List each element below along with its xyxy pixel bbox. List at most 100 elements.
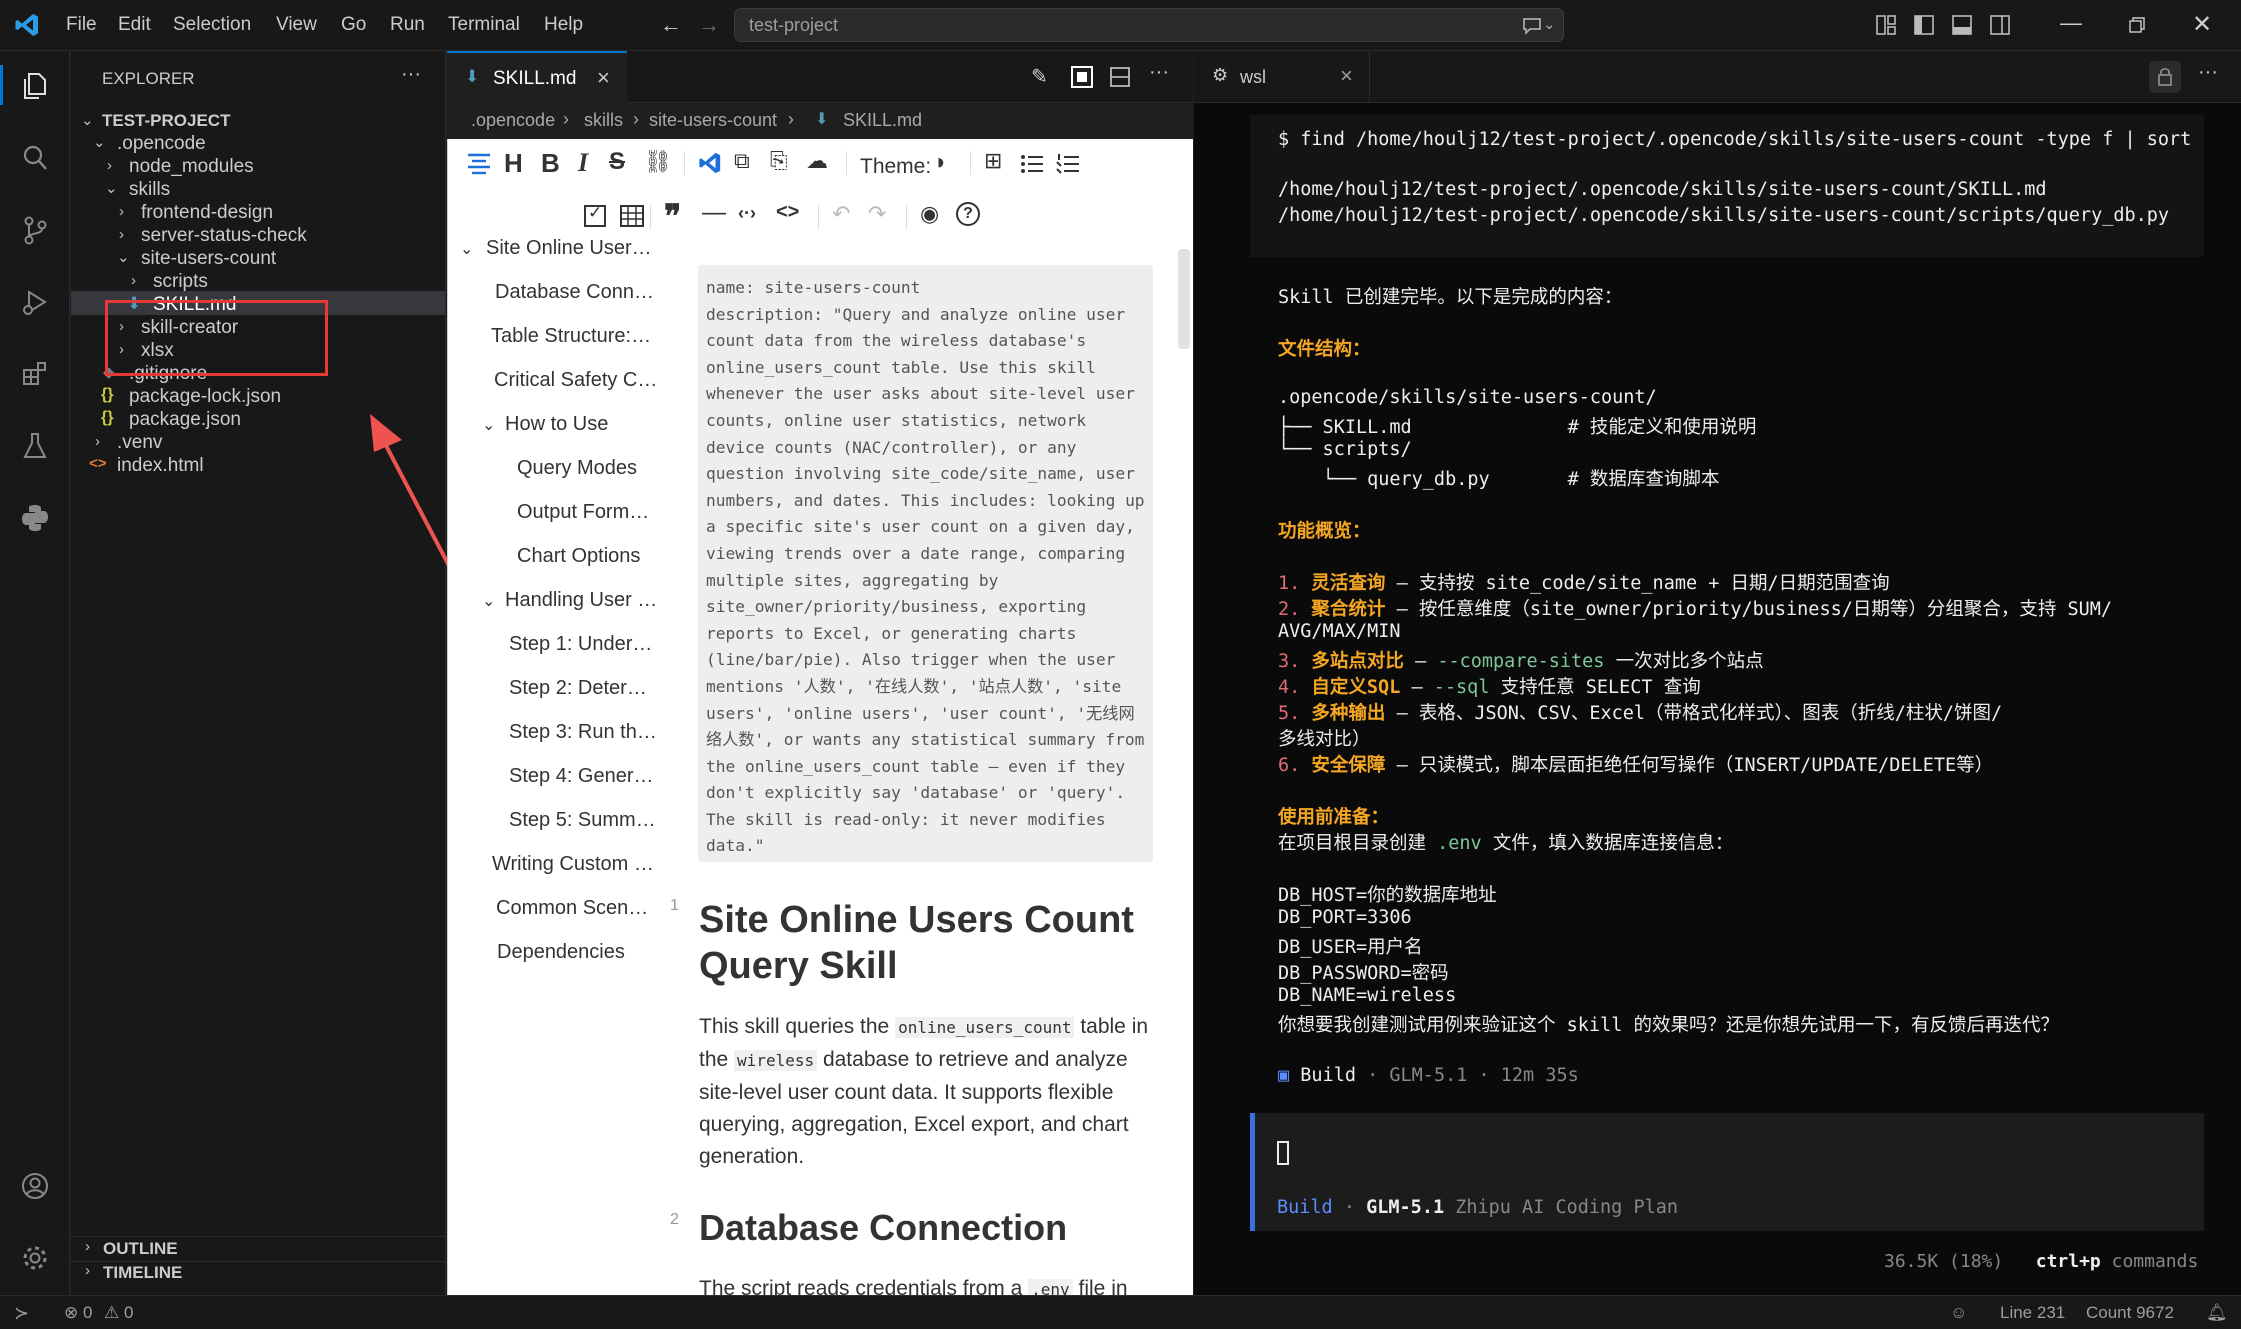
settings-gear-icon[interactable] <box>12 1235 58 1281</box>
chevron-down-icon[interactable]: ⌄ <box>482 591 495 611</box>
notifications-bell-icon[interactable]: 🔔︎ <box>2206 1303 2228 1323</box>
tree-item-scripts[interactable]: scripts <box>153 271 208 293</box>
breadcrumb-item[interactable]: .opencode <box>471 110 555 131</box>
toc-item[interactable]: Output Form… <box>517 501 649 524</box>
toc-item[interactable]: Table Structure:… <box>491 325 651 348</box>
toc-item[interactable]: Handling User … <box>505 589 657 612</box>
menu-go[interactable]: Go <box>341 14 366 36</box>
strikethrough-icon[interactable]: S <box>609 148 625 176</box>
preview-eye-icon[interactable]: ◉ <box>920 201 939 227</box>
more-actions-icon[interactable]: ··· <box>401 63 421 86</box>
toc-toggle-icon[interactable] <box>466 151 492 177</box>
redo-icon[interactable]: ↷ <box>868 201 886 227</box>
explorer-files-icon[interactable] <box>12 63 58 109</box>
more-actions-icon[interactable]: ··· <box>2198 61 2218 84</box>
more-actions-icon[interactable]: ··· <box>1149 61 1169 84</box>
inline-code-icon[interactable]: ‹·› <box>738 203 756 224</box>
toc-item[interactable]: Common Scen… <box>496 897 648 920</box>
toc-item[interactable]: Chart Options <box>517 545 640 568</box>
chevron-down-icon[interactable]: ⌄ <box>81 111 94 129</box>
toc-item[interactable]: Query Modes <box>517 457 637 480</box>
accounts-icon[interactable] <box>12 1163 58 1209</box>
prompt-input[interactable]: Build · GLM-5.1 Zhipu AI Coding Plan <box>1250 1113 2204 1231</box>
run-debug-icon[interactable] <box>12 279 58 325</box>
tree-item-package-json[interactable]: package.json <box>129 409 241 431</box>
undo-icon[interactable]: ↶ <box>832 201 850 227</box>
timeline-section[interactable]: TIMELINE <box>103 1263 182 1283</box>
word-count[interactable]: Count 9672 <box>2086 1303 2174 1323</box>
project-root[interactable]: TEST-PROJECT <box>102 111 230 131</box>
warning-icon[interactable]: ⚠ <box>104 1303 119 1323</box>
tab-skill-md[interactable]: ⬇ SKILL.md × <box>447 51 627 103</box>
menu-run[interactable]: Run <box>390 14 425 36</box>
python-icon[interactable] <box>12 495 58 541</box>
toc-item[interactable]: Step 4: Gener… <box>509 765 654 788</box>
checkbox-icon[interactable]: ✓ <box>584 203 606 227</box>
horizontal-rule-icon[interactable]: — <box>702 199 726 227</box>
toc-item[interactable]: Step 2: Deter… <box>509 677 647 700</box>
model-label[interactable]: GLM-5.1 <box>1366 1197 1444 1218</box>
extensions-icon[interactable] <box>12 351 58 397</box>
cloud-icon[interactable]: ☁ <box>806 148 828 174</box>
toggle-sidebar-icon[interactable] <box>1913 14 1935 36</box>
search-icon[interactable] <box>12 135 58 181</box>
restore-icon[interactable] <box>2128 16 2146 34</box>
toc-item[interactable]: Step 3: Run th… <box>509 721 657 744</box>
toc-item[interactable]: Site Online User… <box>486 237 652 260</box>
menu-file[interactable]: File <box>66 14 97 36</box>
toc-item[interactable]: Step 1: Under… <box>509 633 652 656</box>
toggle-panel-icon[interactable] <box>1951 14 1973 36</box>
tree-item-index-html[interactable]: index.html <box>117 455 204 477</box>
tree-item-venv[interactable]: .venv <box>117 432 162 454</box>
warning-count[interactable]: 0 <box>124 1303 133 1323</box>
chevron-right-icon[interactable]: › <box>85 1262 90 1279</box>
export-pdf-icon[interactable]: ⎘ <box>770 148 788 174</box>
italic-icon[interactable]: I <box>578 148 588 178</box>
toc-item[interactable]: Writing Custom … <box>492 853 654 876</box>
tree-item-frontend-design[interactable]: frontend-design <box>141 202 273 224</box>
lock-icon[interactable] <box>2149 61 2181 93</box>
toc-item[interactable]: Dependencies <box>497 941 625 964</box>
chevron-down-icon[interactable]: ⌄ <box>93 133 106 151</box>
heading-icon[interactable]: H <box>504 148 523 179</box>
menu-help[interactable]: Help <box>544 14 583 36</box>
chevron-down-icon[interactable]: ⌄ <box>1543 15 1556 33</box>
chevron-right-icon[interactable]: › <box>119 226 124 243</box>
toc-item[interactable]: Step 5: Summ… <box>509 809 656 832</box>
breadcrumb-item[interactable]: SKILL.md <box>843 110 922 131</box>
copilot-chat-icon[interactable] <box>1521 16 1543 36</box>
toc-item[interactable]: Critical Safety C… <box>494 369 657 392</box>
copy-icon[interactable]: ⧉ <box>734 148 750 174</box>
error-count[interactable]: 0 <box>83 1303 92 1323</box>
frontmatter-block[interactable]: name: site-users-count description: "Que… <box>698 265 1153 862</box>
tree-item-node-modules[interactable]: node_modules <box>129 156 254 178</box>
scrollbar[interactable] <box>1178 249 1190 349</box>
chevron-down-icon[interactable]: ⌄ <box>117 248 130 266</box>
copilot-icon[interactable]: ☺ <box>1950 1303 1967 1323</box>
chevron-right-icon[interactable]: › <box>131 272 136 289</box>
table-icon[interactable] <box>620 205 644 227</box>
error-icon[interactable]: ⊗ <box>64 1303 78 1323</box>
insert-file-icon[interactable]: ⊞ <box>984 148 1002 174</box>
chevron-right-icon[interactable]: › <box>107 157 112 174</box>
toc-item[interactable]: Database Conn… <box>495 281 654 304</box>
code-block-icon[interactable]: <> <box>776 201 799 224</box>
menu-edit[interactable]: Edit <box>118 14 151 36</box>
menu-selection[interactable]: Selection <box>173 14 251 36</box>
tab-wsl[interactable]: ⚙ wsl × <box>1194 51 1370 103</box>
chevron-right-icon[interactable]: › <box>95 433 100 450</box>
chevron-right-icon[interactable]: › <box>85 1238 90 1255</box>
source-control-icon[interactable] <box>12 207 58 253</box>
chevron-down-icon[interactable]: ⌄ <box>460 239 473 259</box>
chevron-down-icon[interactable]: ⌄ <box>482 415 495 435</box>
layout-customize-icon[interactable] <box>1875 14 1897 36</box>
vscode-theme-icon[interactable] <box>698 151 722 175</box>
command-center-search[interactable]: test-project ⌄ <box>734 8 1564 42</box>
terminal-panel[interactable]: $ find /home/houlj12/test-project/.openc… <box>1194 103 2241 1295</box>
minimize-icon[interactable]: — <box>2060 10 2082 36</box>
tree-item-package-lock[interactable]: package-lock.json <box>129 386 281 408</box>
quote-icon[interactable]: ❞ <box>664 197 681 235</box>
preview-toggle-icon[interactable] <box>1071 66 1093 88</box>
close-window-icon[interactable]: ✕ <box>2192 10 2212 39</box>
forward-arrow-icon[interactable]: → <box>698 12 720 38</box>
